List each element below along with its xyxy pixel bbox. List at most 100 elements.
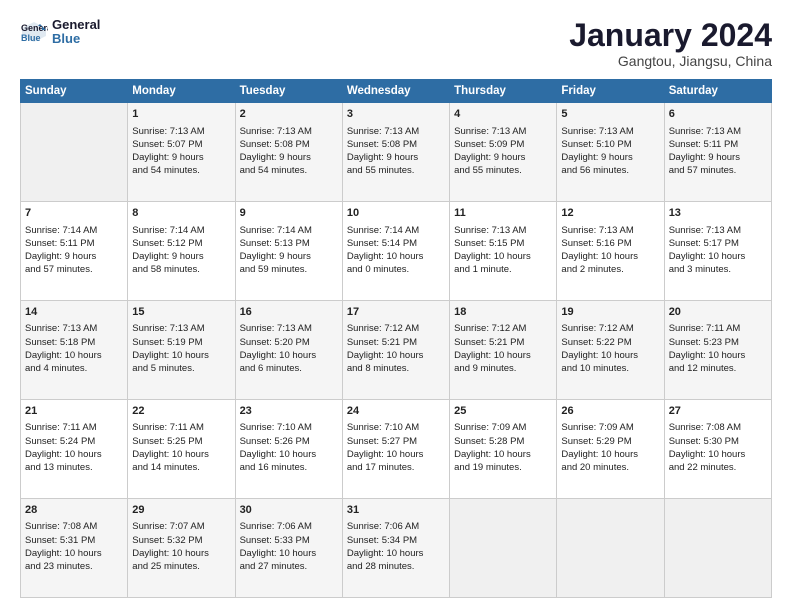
cell-0-1: 1Sunrise: 7:13 AMSunset: 5:07 PMDaylight… [128,103,235,202]
cell-line: Sunset: 5:18 PM [25,336,123,349]
day-number: 23 [240,404,338,419]
cell-line: Sunset: 5:12 PM [132,237,230,250]
calendar-subtitle: Gangtou, Jiangsu, China [569,53,772,69]
col-header-tuesday: Tuesday [235,80,342,103]
cell-line: Sunset: 5:08 PM [347,138,445,151]
cell-3-4: 25Sunrise: 7:09 AMSunset: 5:28 PMDayligh… [450,400,557,499]
cell-line: Sunset: 5:07 PM [132,138,230,151]
cell-3-1: 22Sunrise: 7:11 AMSunset: 5:25 PMDayligh… [128,400,235,499]
cell-line: Sunset: 5:22 PM [561,336,659,349]
week-row-3: 21Sunrise: 7:11 AMSunset: 5:24 PMDayligh… [21,400,772,499]
cell-line: Sunrise: 7:14 AM [132,224,230,237]
cell-line: Sunrise: 7:06 AM [347,520,445,533]
page: General Blue General Blue January 2024 G… [0,0,792,612]
day-number: 21 [25,404,123,419]
cell-line: Sunrise: 7:13 AM [561,224,659,237]
day-number: 10 [347,206,445,221]
cell-0-0 [21,103,128,202]
cell-line: and 14 minutes. [132,461,230,474]
cell-line: Sunrise: 7:06 AM [240,520,338,533]
day-number: 26 [561,404,659,419]
cell-line: Daylight: 10 hours [347,547,445,560]
cell-line: and 2 minutes. [561,263,659,276]
cell-4-0: 28Sunrise: 7:08 AMSunset: 5:31 PMDayligh… [21,499,128,598]
cell-line: Daylight: 9 hours [240,151,338,164]
day-number: 2 [240,107,338,122]
cell-line: Daylight: 10 hours [669,349,767,362]
day-number: 27 [669,404,767,419]
cell-line: and 20 minutes. [561,461,659,474]
day-number: 13 [669,206,767,221]
cell-2-6: 20Sunrise: 7:11 AMSunset: 5:23 PMDayligh… [664,301,771,400]
cell-1-2: 9Sunrise: 7:14 AMSunset: 5:13 PMDaylight… [235,202,342,301]
cell-line: Sunset: 5:17 PM [669,237,767,250]
col-header-monday: Monday [128,80,235,103]
cell-line: and 10 minutes. [561,362,659,375]
week-row-0: 1Sunrise: 7:13 AMSunset: 5:07 PMDaylight… [21,103,772,202]
cell-line: Sunrise: 7:12 AM [347,322,445,335]
cell-line: Sunrise: 7:14 AM [240,224,338,237]
cell-line: Sunset: 5:16 PM [561,237,659,250]
cell-line: and 4 minutes. [25,362,123,375]
cell-line: Sunset: 5:08 PM [240,138,338,151]
cell-line: Sunset: 5:28 PM [454,435,552,448]
cell-line: Daylight: 10 hours [25,349,123,362]
cell-line: Daylight: 9 hours [454,151,552,164]
cell-line: Sunset: 5:23 PM [669,336,767,349]
cell-line: Sunset: 5:24 PM [25,435,123,448]
cell-0-5: 5Sunrise: 7:13 AMSunset: 5:10 PMDaylight… [557,103,664,202]
cell-line: and 1 minute. [454,263,552,276]
cell-2-3: 17Sunrise: 7:12 AMSunset: 5:21 PMDayligh… [342,301,449,400]
cell-line: Sunrise: 7:13 AM [669,125,767,138]
cell-line: and 28 minutes. [347,560,445,573]
title-block: January 2024 Gangtou, Jiangsu, China [569,18,772,69]
cell-line: Sunset: 5:30 PM [669,435,767,448]
col-header-thursday: Thursday [450,80,557,103]
cell-line: and 5 minutes. [132,362,230,375]
cell-line: Daylight: 10 hours [454,448,552,461]
day-number: 31 [347,503,445,518]
day-number: 16 [240,305,338,320]
cell-line: Sunset: 5:11 PM [669,138,767,151]
cell-line: Daylight: 9 hours [347,151,445,164]
cell-line: Sunset: 5:20 PM [240,336,338,349]
cell-line: Sunrise: 7:12 AM [454,322,552,335]
cell-line: Sunset: 5:19 PM [132,336,230,349]
day-number: 19 [561,305,659,320]
logo-icon: General Blue [20,18,48,46]
cell-line: and 25 minutes. [132,560,230,573]
cell-line: and 9 minutes. [454,362,552,375]
cell-line: Sunset: 5:11 PM [25,237,123,250]
cell-line: Sunrise: 7:13 AM [347,125,445,138]
cell-line: Daylight: 10 hours [561,349,659,362]
day-number: 4 [454,107,552,122]
col-header-wednesday: Wednesday [342,80,449,103]
cell-line: Daylight: 10 hours [240,448,338,461]
cell-line: and 22 minutes. [669,461,767,474]
day-number: 9 [240,206,338,221]
cell-line: Daylight: 9 hours [561,151,659,164]
cell-line: Daylight: 9 hours [132,250,230,263]
cell-line: Sunrise: 7:09 AM [454,421,552,434]
cell-1-6: 13Sunrise: 7:13 AMSunset: 5:17 PMDayligh… [664,202,771,301]
cell-line: Sunrise: 7:10 AM [347,421,445,434]
cell-4-1: 29Sunrise: 7:07 AMSunset: 5:32 PMDayligh… [128,499,235,598]
cell-line: Sunrise: 7:08 AM [25,520,123,533]
cell-line: Daylight: 10 hours [132,448,230,461]
cell-4-6 [664,499,771,598]
cell-line: and 3 minutes. [669,263,767,276]
cell-1-4: 11Sunrise: 7:13 AMSunset: 5:15 PMDayligh… [450,202,557,301]
cell-line: Sunrise: 7:12 AM [561,322,659,335]
cell-line: Daylight: 10 hours [25,448,123,461]
cell-3-0: 21Sunrise: 7:11 AMSunset: 5:24 PMDayligh… [21,400,128,499]
col-header-sunday: Sunday [21,80,128,103]
cell-line: Sunrise: 7:11 AM [132,421,230,434]
cell-line: Sunset: 5:14 PM [347,237,445,250]
day-number: 6 [669,107,767,122]
cell-1-5: 12Sunrise: 7:13 AMSunset: 5:16 PMDayligh… [557,202,664,301]
header: General Blue General Blue January 2024 G… [20,18,772,69]
cell-0-3: 3Sunrise: 7:13 AMSunset: 5:08 PMDaylight… [342,103,449,202]
cell-line: Sunrise: 7:11 AM [669,322,767,335]
cell-line: Sunrise: 7:13 AM [454,125,552,138]
cell-2-1: 15Sunrise: 7:13 AMSunset: 5:19 PMDayligh… [128,301,235,400]
